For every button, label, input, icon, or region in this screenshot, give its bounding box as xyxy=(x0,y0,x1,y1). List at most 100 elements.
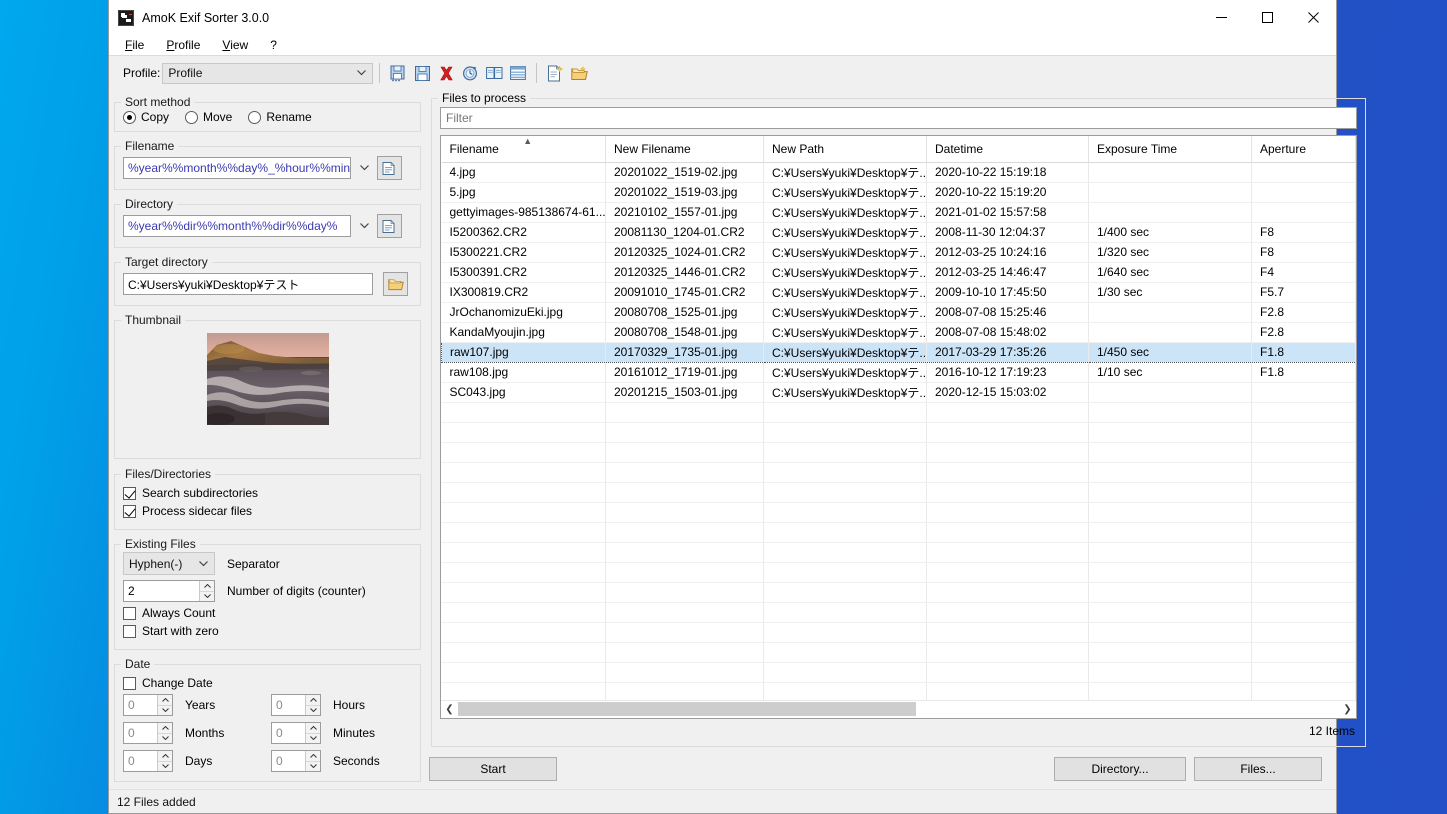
maximize-icon[interactable] xyxy=(1244,0,1290,35)
scroll-right-icon[interactable]: ❯ xyxy=(1339,701,1356,718)
scrollbar-thumb[interactable] xyxy=(458,702,917,716)
spinner-up-icon[interactable] xyxy=(306,751,320,762)
table-cell-filename: I5300221.CR2 xyxy=(441,242,606,263)
spinner-down-icon[interactable] xyxy=(306,761,320,771)
hours-spinner-buttons[interactable] xyxy=(305,695,320,715)
table-cell-empty xyxy=(1088,682,1252,700)
open-folder-icon[interactable] xyxy=(567,61,591,85)
clock-icon[interactable] xyxy=(458,61,482,85)
checkbox-start-with-zero[interactable]: Start with zero xyxy=(123,624,412,638)
table-row[interactable]: KandaMyoujin.jpg 20080708_1548-01.jpg C:¥U… xyxy=(441,322,1356,343)
horizontal-scrollbar[interactable]: ❮ ❯ xyxy=(441,700,1356,718)
table-cell-empty xyxy=(1251,662,1356,683)
delete-icon[interactable] xyxy=(434,61,458,85)
radio-copy[interactable]: Copy xyxy=(123,110,169,124)
filename-pattern-editor-button[interactable] xyxy=(377,156,402,180)
spinner-down-icon[interactable] xyxy=(158,705,172,715)
spinner-up-icon[interactable] xyxy=(306,695,320,706)
months-spinner[interactable]: 0 xyxy=(123,722,173,744)
column-header-aperture[interactable]: Aperture xyxy=(1251,136,1356,163)
spinner-down-icon[interactable] xyxy=(200,591,214,601)
table-row[interactable]: JrOchanomizuEki.jpg 20080708_1525-01.jpg C… xyxy=(441,302,1356,323)
table-cell-empty xyxy=(605,522,764,543)
table-row[interactable]: I5200362.CR2 20081130_1204-01.CR2 C:¥Users… xyxy=(441,222,1356,243)
table-row[interactable]: gettyimages-985138674-61... 20210102_1557… xyxy=(441,202,1356,223)
spinner-down-icon[interactable] xyxy=(158,733,172,743)
minutes-spinner-buttons[interactable] xyxy=(305,723,320,743)
digits-spinner-buttons[interactable] xyxy=(199,581,214,601)
spinner-down-icon[interactable] xyxy=(306,733,320,743)
table-row[interactable]: I5300391.CR2 20120325_1446-01.CR2 C:¥Users… xyxy=(441,262,1356,283)
filename-chevron-down-icon[interactable] xyxy=(355,165,373,171)
list-icon[interactable] xyxy=(506,61,530,85)
table-row[interactable]: 4.jpg 20201022_1519-02.jpg C:¥Users¥yuki¥D… xyxy=(441,162,1356,183)
separator-combobox[interactable]: Hyphen(-) xyxy=(123,552,215,575)
digits-spinner[interactable]: 2 xyxy=(123,580,215,602)
new-profile-icon[interactable] xyxy=(543,61,567,85)
table-cell-empty xyxy=(926,602,1089,623)
table-row[interactable]: IX300819.CR2 20091010_1745-01.CR2 C:¥Users… xyxy=(441,282,1356,303)
table-row[interactable]: raw108.jpg 20161012_1719-01.jpg C:¥Users¥y… xyxy=(441,362,1356,383)
column-header-new-path[interactable]: New Path xyxy=(763,136,927,163)
checkbox-search-subdirectories[interactable]: Search subdirectories xyxy=(123,486,412,500)
scrollbar-track[interactable] xyxy=(458,701,1339,718)
table-row[interactable]: 5.jpg 20201022_1519-03.jpg C:¥Users¥yuki¥D… xyxy=(441,182,1356,203)
profile-combobox[interactable]: Profile xyxy=(162,62,374,84)
years-spinner[interactable]: 0 xyxy=(123,694,173,716)
checkbox-change-date[interactable]: Change Date xyxy=(123,676,412,690)
book-icon[interactable] xyxy=(482,61,506,85)
checkbox-process-sidecar-files[interactable]: Process sidecar files xyxy=(123,504,412,518)
directory-chevron-down-icon[interactable] xyxy=(355,223,373,229)
spinner-down-icon[interactable] xyxy=(158,761,172,771)
table-cell-empty xyxy=(1251,642,1356,663)
radio-rename[interactable]: Rename xyxy=(248,110,312,124)
scroll-left-icon[interactable]: ❮ xyxy=(441,701,458,718)
filename-pattern-input[interactable]: %year%%month%%day%_%hour%%min xyxy=(123,157,351,179)
months-label: Months xyxy=(185,726,225,740)
menu-help[interactable]: ? xyxy=(268,37,279,53)
target-directory-browse-button[interactable] xyxy=(383,272,408,296)
seconds-spinner-buttons[interactable] xyxy=(305,751,320,771)
spinner-up-icon[interactable] xyxy=(158,695,172,706)
table-row[interactable]: raw107.jpg 20170329_1735-01.jpg C:¥Users¥y… xyxy=(441,341,1356,363)
target-directory-input[interactable]: C:¥Users¥yuki¥Desktop¥テスト xyxy=(123,273,373,295)
minutes-spinner[interactable]: 0 xyxy=(271,722,321,744)
close-icon[interactable] xyxy=(1290,0,1336,35)
spinner-down-icon[interactable] xyxy=(306,705,320,715)
table-row-empty xyxy=(441,602,1356,623)
checkbox-always-count[interactable]: Always Count xyxy=(123,606,412,620)
seconds-spinner[interactable]: 0 xyxy=(271,750,321,772)
save-icon[interactable] xyxy=(410,61,434,85)
months-spinner-buttons[interactable] xyxy=(157,723,172,743)
minimize-icon[interactable] xyxy=(1198,0,1244,35)
save-as-icon[interactable] xyxy=(386,61,410,85)
spinner-up-icon[interactable] xyxy=(158,751,172,762)
directory-pattern-input[interactable]: %year%%dir%%month%%dir%%day% xyxy=(123,215,351,237)
years-spinner-buttons[interactable] xyxy=(157,695,172,715)
table-cell-empty xyxy=(441,602,606,623)
table-row[interactable]: I5300221.CR2 20120325_1024-01.CR2 C:¥Users… xyxy=(441,242,1356,263)
menu-file[interactable]: File xyxy=(123,37,146,53)
directory-pattern-editor-button[interactable] xyxy=(377,214,402,238)
days-spinner-buttons[interactable] xyxy=(157,751,172,771)
days-spinner[interactable]: 0 xyxy=(123,750,173,772)
table-row[interactable]: SC043.jpg 20201215_1503-01.jpg C:¥Users¥yu… xyxy=(441,382,1356,403)
column-header-new-filename[interactable]: New Filename xyxy=(605,136,764,163)
menu-view[interactable]: View xyxy=(220,37,250,53)
directory-button[interactable]: Directory... xyxy=(1054,757,1186,781)
column-header-filename[interactable]: ▲ Filename xyxy=(441,136,606,163)
files-button[interactable]: Files... xyxy=(1194,757,1322,781)
column-header-datetime[interactable]: Datetime xyxy=(926,136,1089,163)
column-header-exposure-time[interactable]: Exposure Time xyxy=(1088,136,1252,163)
radio-move[interactable]: Move xyxy=(185,110,232,124)
table-cell-datetime: 2020-12-15 15:03:02 xyxy=(926,382,1089,403)
spinner-up-icon[interactable] xyxy=(306,723,320,734)
menu-profile[interactable]: Profile xyxy=(164,37,202,53)
hours-spinner[interactable]: 0 xyxy=(271,694,321,716)
spinner-up-icon[interactable] xyxy=(200,581,214,592)
filter-input[interactable]: Filter xyxy=(440,107,1357,129)
start-button[interactable]: Start xyxy=(429,757,557,781)
window-controls xyxy=(1198,0,1336,35)
table-cell-empty xyxy=(763,682,927,700)
spinner-up-icon[interactable] xyxy=(158,723,172,734)
